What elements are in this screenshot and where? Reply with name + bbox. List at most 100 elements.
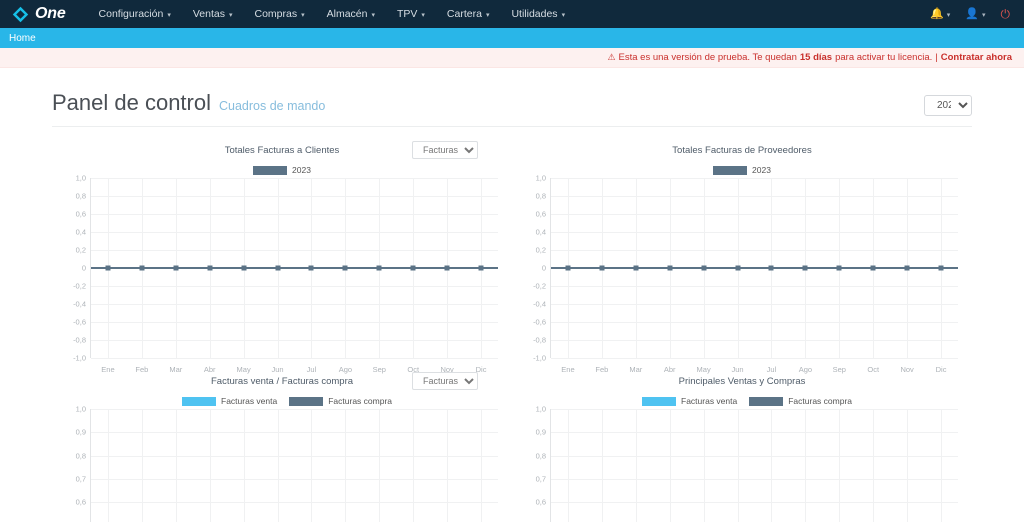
diamond-logo-icon bbox=[12, 6, 29, 23]
gridline-horizontal bbox=[551, 502, 958, 504]
gridline-horizontal bbox=[91, 432, 498, 434]
chart-gridlines bbox=[550, 409, 958, 522]
page-subtitle: Cuadros de mando bbox=[219, 99, 326, 113]
dashboard-page: Panel de control Cuadros de mando 2023 T… bbox=[0, 68, 1024, 522]
menu-label: Ventas bbox=[192, 8, 225, 20]
gridline-vertical bbox=[907, 409, 909, 522]
menu-label: Utilidades bbox=[511, 8, 558, 20]
trial-text-before: Esta es una versión de prueba. Te quedan bbox=[618, 52, 797, 63]
y-axis-tick-label: 0,6 bbox=[535, 209, 546, 219]
y-axis-tick-label: 0,2 bbox=[535, 245, 546, 255]
menu-item-ventas[interactable]: Ventas ▾ bbox=[182, 2, 244, 26]
y-axis-tick-label: -0,6 bbox=[73, 317, 86, 327]
chevron-down-icon: ▾ bbox=[561, 11, 566, 19]
chart-type-select[interactable]: Facturas bbox=[412, 141, 478, 159]
gridline-vertical bbox=[839, 409, 841, 522]
chart-title: Totales Facturas de Proveedores bbox=[672, 145, 812, 156]
gridline-vertical bbox=[107, 409, 109, 522]
user-icon: 👤 bbox=[965, 7, 979, 20]
notifications-menu[interactable]: 🔔 ▾ bbox=[924, 7, 956, 20]
y-axis-tick-label: 0,7 bbox=[75, 474, 86, 484]
power-logout-icon[interactable]: ⏻ bbox=[995, 7, 1017, 22]
year-select[interactable]: 2023 bbox=[924, 95, 972, 116]
y-axis-tick-label: 0,6 bbox=[535, 497, 546, 507]
gridline-horizontal bbox=[551, 232, 958, 233]
brand-name: One bbox=[35, 5, 66, 22]
y-axis-tick-label: -0,8 bbox=[73, 335, 86, 345]
menu-item-cartera[interactable]: Cartera ▾ bbox=[436, 2, 501, 26]
gridline-vertical bbox=[311, 409, 313, 522]
chart-plot-area: 1,00,90,80,70,60,50,4 bbox=[60, 405, 498, 522]
user-menu[interactable]: 👤 ▾ bbox=[959, 7, 991, 20]
menu-label: Almacén bbox=[326, 8, 368, 20]
gridline-vertical bbox=[345, 409, 347, 522]
menu-item-utilidades[interactable]: Utilidades ▾ bbox=[500, 2, 576, 26]
trial-text-after: para activar tu licencia. bbox=[835, 52, 933, 63]
page-header: Panel de control Cuadros de mando 2023 bbox=[52, 68, 972, 127]
y-axis-tick-label: -0,8 bbox=[533, 335, 546, 345]
y-axis-tick-label: 1,0 bbox=[75, 173, 86, 183]
chart-header: Totales Facturas de Proveedores bbox=[512, 143, 972, 177]
menu-item-almacen[interactable]: Almacén ▾ bbox=[316, 2, 386, 26]
trial-banner: ⚠ Esta es una versión de prueba. Te qued… bbox=[0, 48, 1024, 68]
series-point bbox=[565, 265, 571, 271]
gridline-vertical bbox=[481, 409, 483, 522]
series-point bbox=[870, 265, 876, 271]
gridline-horizontal bbox=[551, 322, 958, 323]
gridline-horizontal bbox=[551, 409, 958, 410]
series-point bbox=[701, 265, 707, 271]
charts-grid: Totales Facturas a Clientes Facturas 202… bbox=[52, 127, 972, 522]
gridline-horizontal bbox=[551, 479, 958, 480]
chart-gridlines: Ene Feb Mar Abr May Jun Jul Ago Sep Oct Nov Dic bbox=[90, 178, 498, 374]
chart-type-select[interactable]: Facturas bbox=[412, 372, 478, 390]
menu-item-tpv[interactable]: TPV ▾ bbox=[386, 2, 436, 26]
series-point bbox=[904, 265, 910, 271]
chart-header: Totales Facturas a Clientes Facturas bbox=[52, 141, 512, 177]
page-title: Panel de control bbox=[52, 90, 211, 115]
gridline-vertical bbox=[941, 409, 943, 522]
gridline-vertical bbox=[703, 409, 705, 522]
gridline-vertical bbox=[601, 409, 603, 522]
series-point bbox=[802, 265, 808, 271]
y-axis-tick-label: 0,6 bbox=[75, 497, 86, 507]
menu-label: TPV bbox=[396, 8, 418, 20]
series-point bbox=[342, 265, 348, 271]
gridline-horizontal bbox=[91, 286, 498, 287]
menu-item-configuracion[interactable]: Configuración ▾ bbox=[88, 2, 182, 26]
series-point bbox=[735, 265, 741, 271]
series-point bbox=[667, 265, 673, 271]
navbar-right-actions: 🔔 ▾ 👤 ▾ ⏻ bbox=[924, 0, 1016, 28]
breadcrumb-item-home[interactable]: Home bbox=[9, 33, 36, 44]
gridline-horizontal bbox=[91, 232, 498, 233]
menu-item-compras[interactable]: Compras ▾ bbox=[243, 2, 315, 26]
series-point bbox=[139, 265, 145, 271]
trial-days-remaining: 15 días bbox=[799, 52, 833, 63]
chart-card-facturas-venta-compra: Facturas venta / Facturas compra Factura… bbox=[52, 358, 512, 522]
series-point bbox=[478, 265, 484, 271]
gridline-vertical bbox=[277, 409, 279, 522]
contratar-ahora-link[interactable]: Contratar ahora bbox=[941, 52, 1012, 63]
series-point bbox=[105, 265, 111, 271]
y-axis-tick-label: 0,8 bbox=[75, 191, 86, 201]
y-axis-tick-label: 0,8 bbox=[535, 451, 546, 461]
chart-plot-area: 1,0 0,8 0,6 0,4 0,2 0 -0,2 -0,4 -0,6 -0,8 -1,0 Ene F… bbox=[520, 174, 958, 374]
chevron-down-icon: ▾ bbox=[981, 11, 986, 19]
gridline-horizontal bbox=[91, 479, 498, 480]
bell-icon: 🔔 bbox=[930, 7, 944, 20]
gridline-vertical bbox=[413, 409, 415, 522]
brand-logo[interactable]: One bbox=[12, 6, 66, 23]
gridline-horizontal bbox=[91, 304, 498, 305]
chart-card-totales-facturas-clientes: Totales Facturas a Clientes Facturas 202… bbox=[52, 127, 512, 374]
warning-icon: ⚠ bbox=[607, 52, 616, 62]
gridline-horizontal bbox=[91, 502, 498, 504]
series-point bbox=[444, 265, 450, 271]
menu-label: Configuración bbox=[98, 8, 164, 20]
y-axis-tick-label: 0,9 bbox=[535, 427, 546, 437]
menu-label: Compras bbox=[254, 8, 298, 20]
gridline-horizontal bbox=[91, 322, 498, 323]
gridline-vertical bbox=[243, 409, 245, 522]
chart-plot-area: 1,00,90,80,70,60,50,4 bbox=[520, 405, 958, 522]
series-point bbox=[633, 265, 639, 271]
y-axis-tick-label: -0,4 bbox=[533, 299, 546, 309]
chevron-down-icon: ▾ bbox=[371, 11, 375, 19]
